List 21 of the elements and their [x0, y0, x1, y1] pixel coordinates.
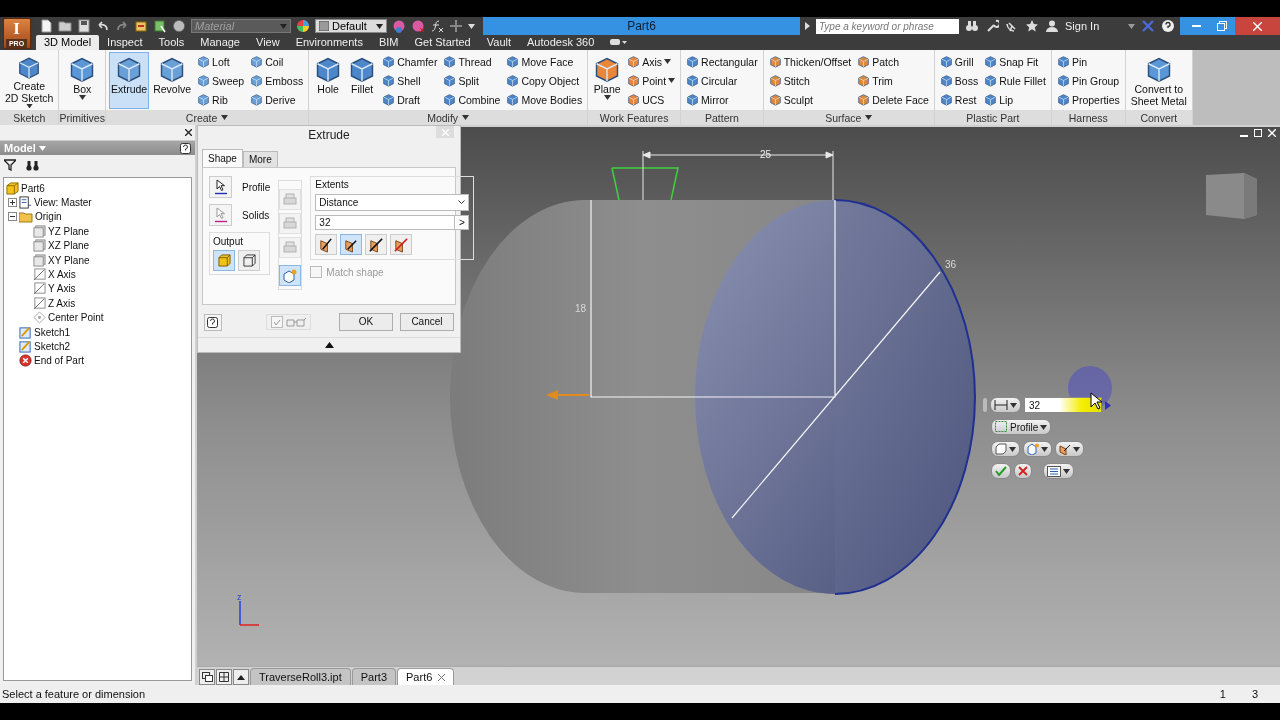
- selector-label: Profile: [242, 181, 271, 193]
- checkbox-label: Match shape: [326, 266, 384, 278]
- axis-label: z: [237, 592, 242, 602]
- selector-label: Solids: [242, 209, 270, 221]
- panel-title: Modify: [427, 111, 459, 124]
- panel-title: Surface: [825, 111, 862, 124]
- panel-title: Primitives: [59, 111, 105, 124]
- status-message: Select a feature or dimension: [2, 688, 146, 700]
- panel-title: Harness: [1068, 111, 1108, 124]
- window-title: Part6: [627, 19, 656, 33]
- status-count: 1: [1219, 688, 1226, 700]
- panel-title: Plastic Part: [966, 111, 1020, 124]
- status-count: 3: [1251, 688, 1258, 700]
- panel-title: Work Features: [599, 111, 669, 124]
- panel-title: Pattern: [704, 111, 739, 124]
- dialog-title: Extrude: [308, 127, 350, 142]
- panel-title: Sketch: [13, 111, 46, 124]
- group-label: Extents: [315, 179, 350, 190]
- panel-title: Create: [185, 111, 218, 124]
- panel-title: Convert: [1140, 111, 1178, 124]
- group-label: Output: [213, 236, 245, 247]
